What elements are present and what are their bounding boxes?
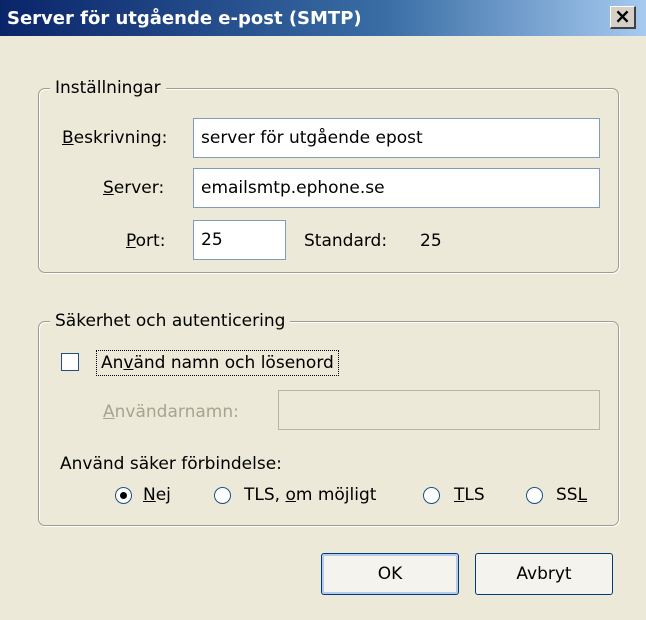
- settings-legend: Inställningar: [50, 78, 166, 98]
- use-auth-checkbox[interactable]: [61, 353, 79, 371]
- description-input[interactable]: server för utgående epost: [193, 118, 600, 158]
- port-default-label: Standard:: [304, 231, 388, 251]
- window-title: Server för utgående e-post (SMTP): [7, 8, 362, 29]
- radio-tls-if-possible-label[interactable]: TLS, om möjligt: [244, 485, 376, 505]
- radio-nej-label[interactable]: Nej: [143, 485, 171, 505]
- title-bar: Server för utgående e-post (SMTP) ×: [0, 0, 646, 36]
- close-button[interactable]: ×: [610, 6, 636, 29]
- close-icon: ×: [614, 4, 631, 28]
- secure-connection-label: Använd säker förbindelse:: [60, 454, 282, 474]
- port-input[interactable]: 25: [193, 220, 286, 260]
- use-auth-label[interactable]: Använd namn och lösenord: [96, 350, 339, 376]
- server-input[interactable]: emailsmtp.ephone.se: [193, 168, 600, 208]
- server-value: emailsmtp.ephone.se: [201, 178, 385, 198]
- port-value: 25: [201, 230, 223, 250]
- radio-nej[interactable]: [115, 487, 132, 504]
- radio-tls[interactable]: [423, 487, 440, 504]
- radio-ssl[interactable]: [526, 487, 543, 504]
- security-legend: Säkerhet och autenticering: [50, 311, 291, 331]
- username-input[interactable]: [278, 390, 600, 430]
- description-label: Beskrivning:: [62, 128, 168, 148]
- radio-ssl-label[interactable]: SSL: [556, 485, 587, 505]
- cancel-button[interactable]: Avbryt: [475, 553, 613, 595]
- username-label: Användarnamn:: [103, 402, 239, 422]
- server-label: Server:: [103, 178, 165, 198]
- description-value: server för utgående epost: [201, 128, 423, 148]
- radio-tls-label[interactable]: TLS: [454, 485, 485, 505]
- port-label: Port:: [126, 231, 166, 251]
- ok-button[interactable]: OK: [321, 553, 459, 595]
- radio-tls-if-possible[interactable]: [214, 487, 231, 504]
- port-default-value: 25: [420, 231, 442, 251]
